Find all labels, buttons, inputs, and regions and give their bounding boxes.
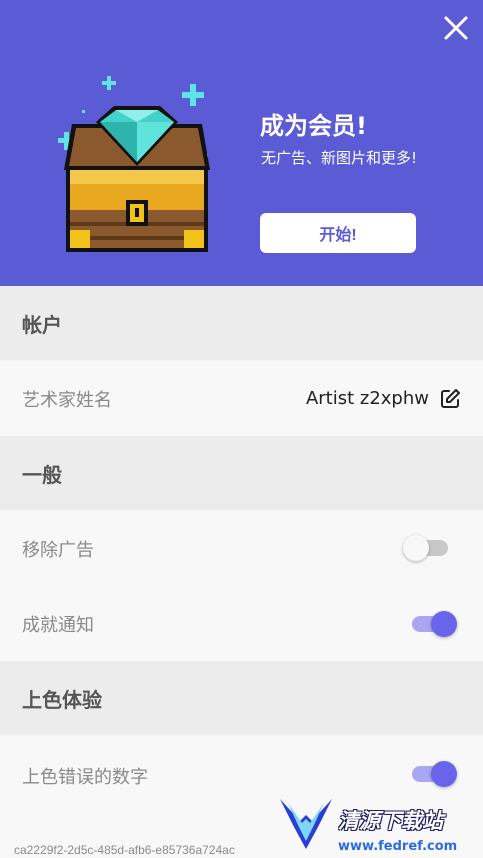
achievement-notification-label: 成就通知	[22, 614, 94, 636]
artist-name-row[interactable]: 艺术家姓名 Artist z2xphw	[0, 361, 483, 436]
promo-title: 成为会员!	[260, 112, 367, 140]
device-id: ca2229f2-2d5c-485d-afb6-e85736a724ac	[14, 843, 235, 857]
toggle-knob	[431, 761, 457, 787]
watermark-text: 清源下载站	[338, 809, 443, 833]
artist-name-label: 艺术家姓名	[22, 389, 112, 411]
remove-ads-row: 移除广告	[0, 511, 483, 586]
wrong-numbers-toggle[interactable]	[400, 757, 460, 791]
watermark-logo-icon	[280, 799, 332, 849]
achievement-notification-row: 成就通知	[0, 586, 483, 661]
section-title: 一般	[22, 462, 62, 487]
section-header-account: 帐户	[0, 286, 483, 360]
section-header-coloring: 上色体验	[0, 661, 483, 735]
watermark-url: www.fedref.com	[338, 839, 458, 854]
wrong-numbers-label: 上色错误的数字	[22, 767, 148, 788]
toggle-knob	[431, 611, 457, 637]
section-title: 帐户	[22, 312, 62, 337]
promo-banner: 成为会员! 无广告、新图片和更多! 开始!	[0, 0, 483, 286]
promo-subtitle: 无广告、新图片和更多!	[261, 149, 418, 167]
start-button[interactable]: 开始!	[260, 213, 416, 253]
achievement-notification-toggle[interactable]	[400, 607, 460, 641]
close-icon[interactable]	[440, 12, 472, 44]
treasure-chest-icon	[50, 70, 225, 260]
toggle-knob	[403, 535, 429, 561]
remove-ads-toggle[interactable]	[400, 531, 460, 565]
artist-name-value: Artist z2xphw	[305, 388, 429, 409]
remove-ads-label: 移除广告	[22, 539, 94, 561]
edit-icon[interactable]	[438, 387, 462, 411]
section-header-general: 一般	[0, 436, 483, 510]
watermark: 清源下载站 www.fedref.com	[278, 793, 478, 855]
section-title: 上色体验	[22, 687, 102, 712]
